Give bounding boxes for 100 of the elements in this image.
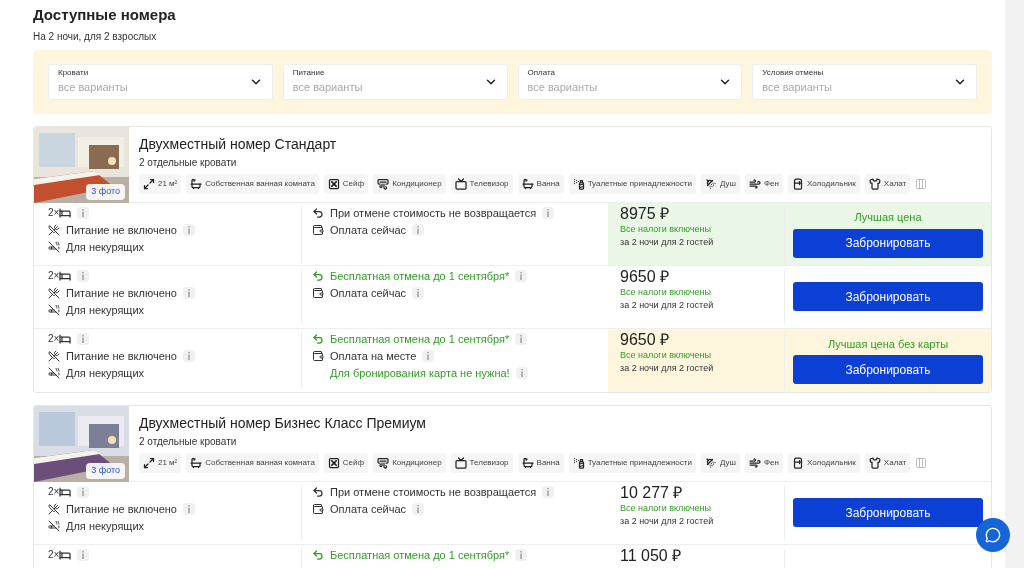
info-icon[interactable] xyxy=(542,485,555,498)
bathtub-icon xyxy=(521,177,534,190)
photo-count[interactable]: 3 фото xyxy=(86,463,125,479)
wallet-icon xyxy=(312,349,324,362)
fridge-icon xyxy=(791,456,804,469)
amenity-chip: Туалетные принадлежности xyxy=(568,452,696,473)
amenity-chip: Собственная ванная комната xyxy=(186,173,319,194)
bed-icon xyxy=(59,206,72,219)
payment-text: Оплата сейчас xyxy=(330,222,406,237)
price: 8975 ₽ xyxy=(620,204,671,223)
bed-count: 2× xyxy=(48,331,60,346)
info-icon[interactable] xyxy=(412,223,424,236)
info-icon[interactable] xyxy=(412,286,424,299)
bed-icon xyxy=(59,332,72,345)
info-icon[interactable] xyxy=(515,366,528,379)
shirt-icon xyxy=(868,177,881,190)
no-smoking-icon xyxy=(48,303,60,316)
smoking-text: Для некурящих xyxy=(66,239,145,254)
amenity-chip: Душ xyxy=(700,173,740,194)
wallet-icon xyxy=(312,502,324,515)
area-icon xyxy=(143,177,155,190)
info-icon[interactable] xyxy=(515,332,528,345)
book-button[interactable]: Забронировать xyxy=(793,498,983,527)
amenity-chip: Собственная ванная комната xyxy=(186,452,319,473)
info-icon[interactable] xyxy=(542,206,555,219)
amenity-chip: Халат xyxy=(864,173,911,194)
room-title[interactable]: Двухместный номер Стандарт xyxy=(139,134,928,153)
book-button[interactable]: Забронировать xyxy=(793,355,983,385)
info-icon[interactable] xyxy=(183,349,195,362)
amenity-chip: Ванна xyxy=(517,452,564,473)
cancel-policy: Бесплатная отмена до 1 сентября* xyxy=(330,331,510,346)
air-vent-icon xyxy=(377,456,390,469)
payment-text: Оплата сейчас xyxy=(330,501,406,516)
info-icon[interactable] xyxy=(77,206,90,219)
smoking-text: Для некурящих xyxy=(66,518,145,533)
amenity-chip: Фен xyxy=(744,452,783,473)
bed-count: 2× xyxy=(48,205,60,220)
amenity-chip: Халат xyxy=(864,452,911,473)
plate-icon xyxy=(48,286,60,299)
plate-icon xyxy=(48,223,60,236)
amenity-chip: Кондиционер xyxy=(373,452,446,473)
info-icon[interactable] xyxy=(77,332,90,345)
spray-bottle-icon xyxy=(572,177,585,190)
info-icon[interactable] xyxy=(77,485,90,498)
plate-icon xyxy=(48,502,60,515)
info-icon[interactable] xyxy=(77,269,90,282)
info-icon[interactable] xyxy=(183,502,195,515)
wind-icon xyxy=(748,456,761,469)
room-title[interactable]: Двухместный номер Бизнес Класс Премиум xyxy=(139,413,928,432)
bed-icon xyxy=(59,485,72,498)
nights-note: за 2 ночи для 2 гостей xyxy=(620,515,715,528)
fridge-icon xyxy=(791,177,804,190)
info-icon[interactable] xyxy=(515,548,528,561)
nights-note: за 2 ночи для 2 гостей xyxy=(620,299,715,312)
amenity-chip: Сейф xyxy=(323,452,369,473)
wallet-icon xyxy=(312,223,324,236)
payment-text: Оплата на месте xyxy=(330,348,417,363)
chat-icon xyxy=(985,527,1001,543)
cancel-policy: При отмене стоимость не возвращается xyxy=(330,484,537,499)
amenity-chip: Кондиционер xyxy=(373,173,446,194)
info-icon[interactable] xyxy=(515,269,528,282)
taxes-note: Все налоги включены xyxy=(620,348,712,362)
price: 9650 ₽ xyxy=(620,330,671,349)
plate-icon xyxy=(48,349,60,362)
meal-text: Питание не включено xyxy=(66,348,177,363)
book-button[interactable]: Забронировать xyxy=(793,282,983,311)
cancel-policy: Бесплатная отмена до 1 сентября* xyxy=(330,547,510,562)
filter-dropdown[interactable]: Оплата все варианты xyxy=(517,63,743,100)
photo-count[interactable]: 3 фото xyxy=(86,184,125,200)
bed-icon xyxy=(59,269,72,282)
filter-dropdown[interactable]: Условия отмены все варианты xyxy=(752,63,977,100)
price-label: Лучшая цена xyxy=(854,210,922,226)
info-icon[interactable] xyxy=(412,502,424,515)
info-icon[interactable] xyxy=(77,548,90,561)
bed-count: 2× xyxy=(48,484,60,499)
no-smoking-icon xyxy=(48,366,60,379)
nights-note: за 2 ночи для 2 гостей xyxy=(620,236,715,249)
info-icon[interactable] xyxy=(183,223,195,236)
meal-text: Питание не включено xyxy=(66,285,177,300)
info-icon[interactable] xyxy=(183,286,195,299)
card-note: Для бронирования карта не нужна! xyxy=(330,365,510,380)
bathtub-icon xyxy=(190,456,203,469)
smoking-text: Для некурящих xyxy=(66,302,145,317)
bed-type: 2 отдельные кровати xyxy=(139,434,238,449)
info-icon[interactable] xyxy=(422,349,435,362)
area-icon xyxy=(143,456,155,469)
amenity-icon xyxy=(915,456,928,469)
nights-note: за 2 ночи для 2 гостей xyxy=(620,362,715,375)
book-button[interactable]: Забронировать xyxy=(793,228,983,258)
shirt-icon xyxy=(868,456,881,469)
amenity-chip: Телевизор xyxy=(450,173,513,194)
amenity-chip: Туалетные принадлежности xyxy=(568,173,696,194)
tv-icon xyxy=(454,456,467,469)
air-vent-icon xyxy=(377,177,390,190)
tv-icon xyxy=(454,177,467,190)
filter-dropdown[interactable]: Питание все варианты xyxy=(282,63,508,100)
amenity-chip: Телевизор xyxy=(450,452,513,473)
taxes-note: Все налоги включены xyxy=(620,285,712,299)
amenity-chip: Фен xyxy=(744,173,783,194)
filter-dropdown[interactable]: Кровати все варианты xyxy=(48,63,273,100)
